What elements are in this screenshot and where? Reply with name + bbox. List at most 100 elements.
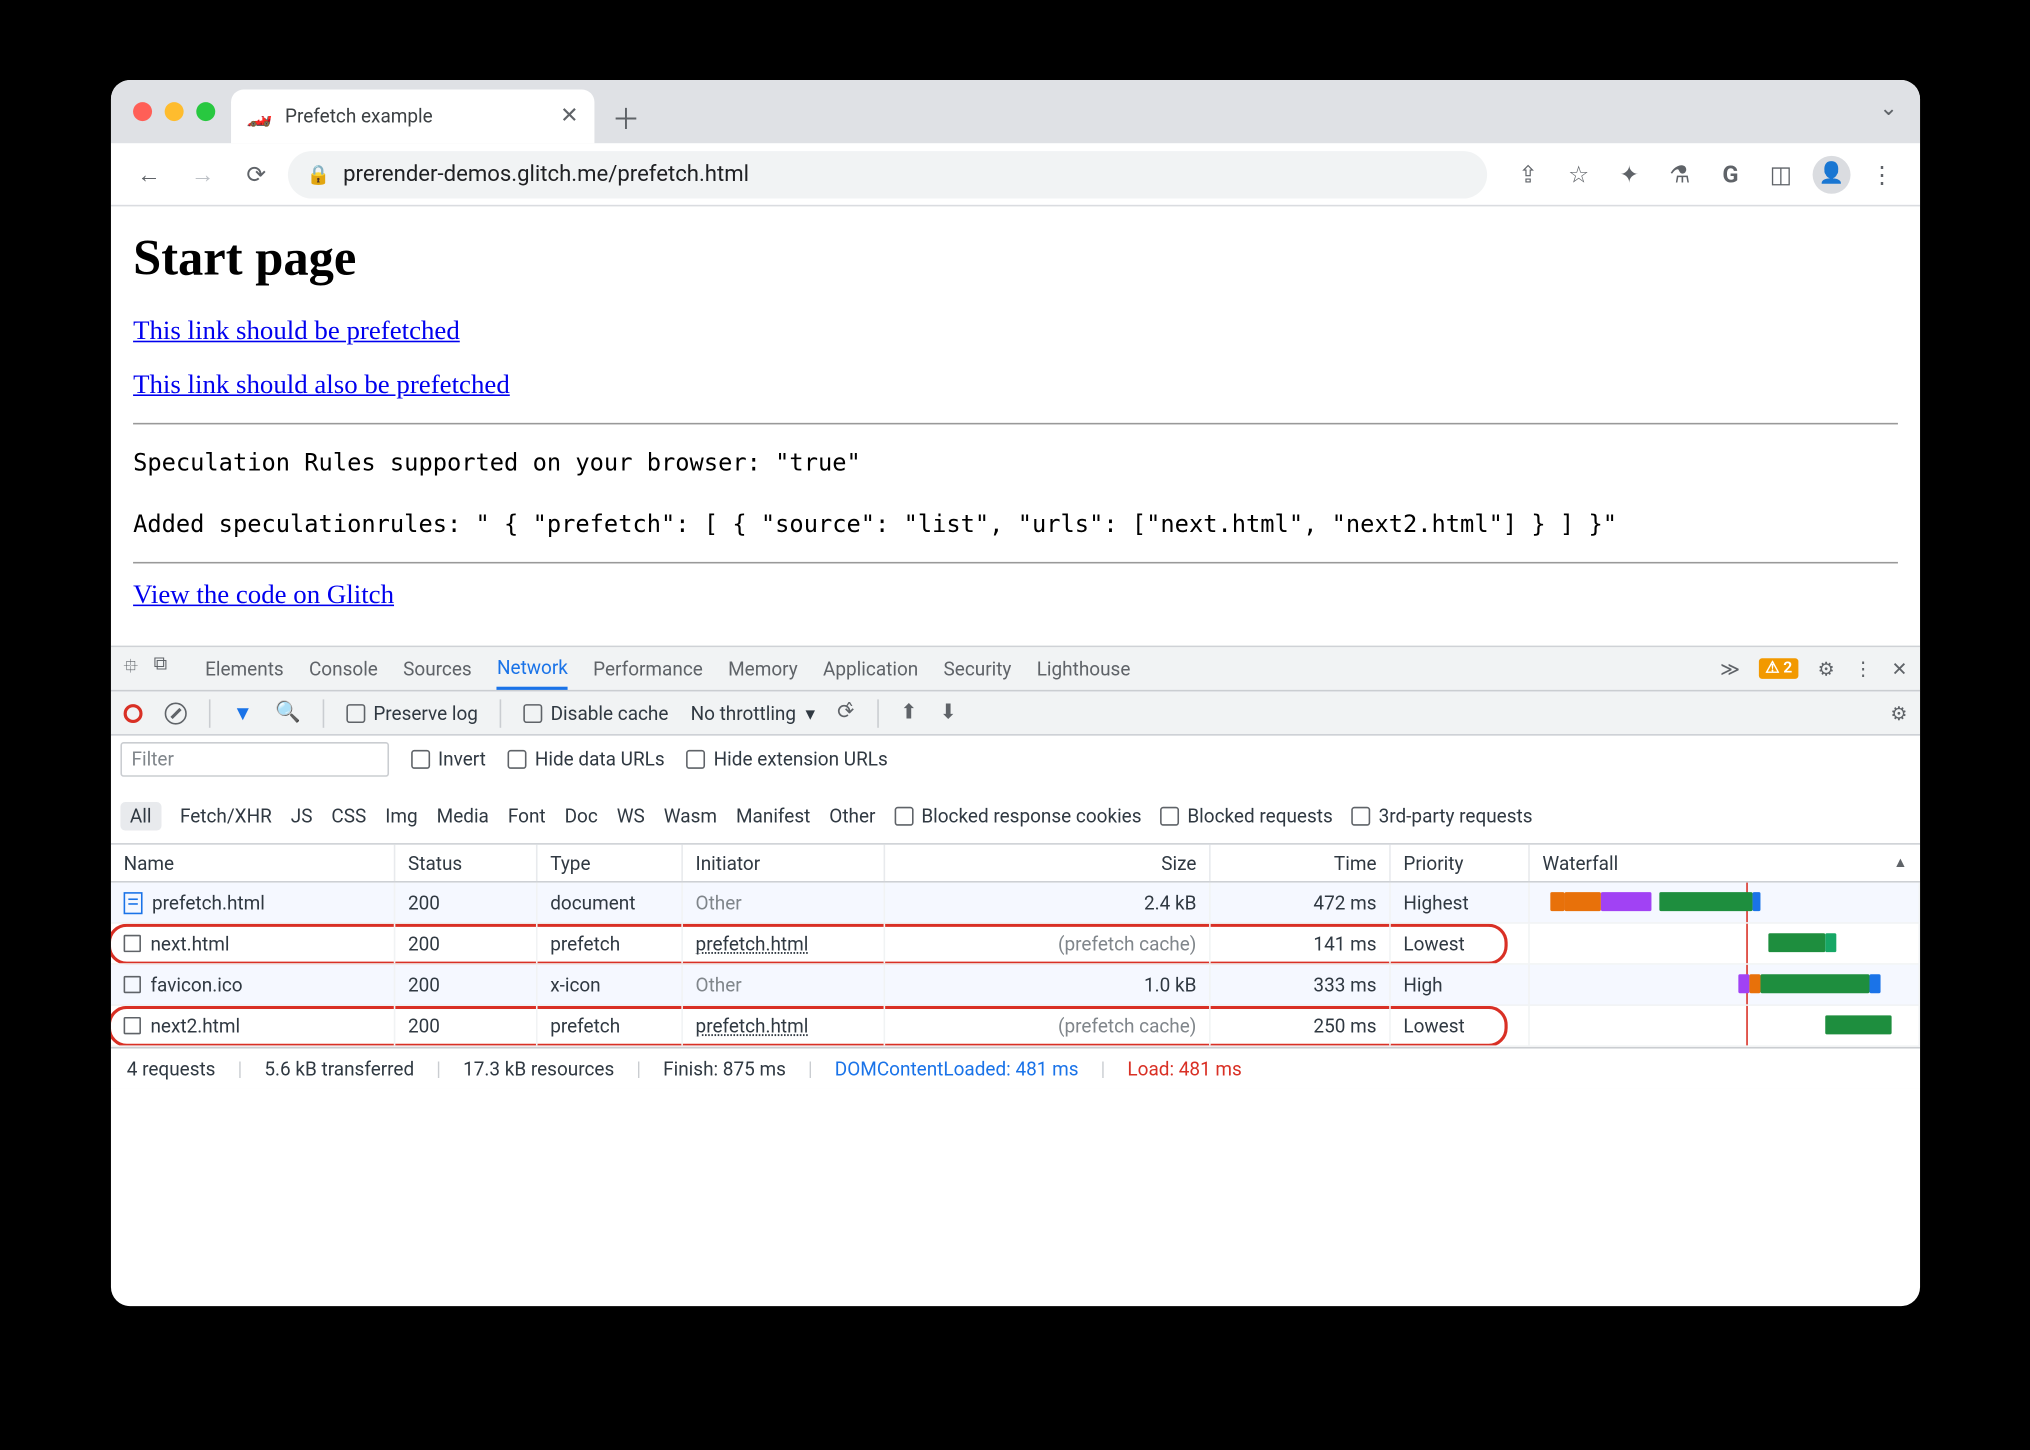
tab-lighthouse[interactable]: Lighthouse (1036, 657, 1130, 679)
filter-doc[interactable]: Doc (564, 805, 597, 827)
table-row[interactable]: next2.html200prefetchprefetch.html(prefe… (110, 1006, 1919, 1047)
filter-img[interactable]: Img (385, 805, 417, 827)
separator (876, 699, 878, 727)
hide-extension-urls-checkbox[interactable]: Hide extension URLs (686, 748, 887, 770)
tab-performance[interactable]: Performance (593, 657, 703, 679)
table-row[interactable]: favicon.ico200x-iconOther1.0 kB333 msHig… (110, 965, 1919, 1006)
sidepanel-icon[interactable]: ◫ (1758, 152, 1802, 196)
summary-resources: 17.3 kB resources (463, 1057, 614, 1079)
filter-media[interactable]: Media (436, 805, 488, 827)
invert-checkbox[interactable]: Invert (411, 748, 486, 770)
prefetch-link-2[interactable]: This link should also be prefetched (133, 369, 1898, 401)
blocked-requests-checkbox[interactable]: Blocked requests (1160, 805, 1332, 827)
tab-memory[interactable]: Memory (728, 657, 798, 679)
close-window-icon[interactable] (133, 102, 152, 121)
google-icon[interactable]: G (1708, 152, 1752, 196)
col-initiator[interactable]: Initiator (682, 845, 884, 881)
import-icon[interactable]: ⬆ (900, 701, 917, 725)
request-initiator[interactable]: prefetch.html (695, 932, 808, 954)
request-priority: Highest (1390, 883, 1529, 923)
close-devtools-icon[interactable]: ✕ (1891, 657, 1907, 679)
throttling-select[interactable]: No throttling▾ (690, 702, 814, 724)
waterfall-bar (1738, 974, 1749, 993)
new-tab-button[interactable]: ＋ (603, 96, 647, 140)
tab-security[interactable]: Security (943, 657, 1011, 679)
labs-icon[interactable]: ⚗ (1657, 152, 1701, 196)
glitch-link[interactable]: View the code on Glitch (133, 579, 1898, 611)
filter-js[interactable]: JS (290, 805, 312, 827)
warning-badge[interactable]: ⚠ 2 (1758, 658, 1798, 679)
reload-button[interactable]: ⟳ (234, 152, 278, 196)
disable-cache-checkbox[interactable]: Disable cache (523, 702, 668, 724)
devtools-tabs: ⯐ ⧉ Elements Console Sources Network Per… (110, 647, 1919, 691)
preserve-log-checkbox[interactable]: Preserve log (346, 702, 477, 724)
request-type: document (537, 883, 682, 923)
tab-console[interactable]: Console (308, 657, 377, 679)
col-priority[interactable]: Priority (1390, 845, 1529, 881)
url-text: prerender-demos.glitch.me/prefetch.html (343, 161, 749, 186)
speculation-supported: Speculation Rules supported on your brow… (133, 440, 1898, 485)
blocked-cookies-checkbox[interactable]: Blocked response cookies (894, 805, 1141, 827)
load-marker (1745, 924, 1747, 964)
kebab-icon[interactable]: ⋮ (1853, 657, 1872, 679)
tab-network[interactable]: Network (496, 657, 567, 690)
prefetch-link-1[interactable]: This link should be prefetched (133, 315, 1898, 347)
request-initiator[interactable]: prefetch.html (695, 1015, 808, 1037)
col-time[interactable]: Time (1210, 845, 1390, 881)
network-settings-icon[interactable]: ⚙ (1890, 702, 1907, 724)
tab-application[interactable]: Application (823, 657, 918, 679)
col-name[interactable]: Name (110, 845, 394, 881)
back-button[interactable]: ← (126, 152, 170, 196)
zoom-window-icon[interactable] (196, 102, 215, 121)
col-type[interactable]: Type (537, 845, 682, 881)
share-icon[interactable]: ⇪ (1506, 152, 1550, 196)
record-button[interactable] (123, 703, 142, 722)
col-size[interactable]: Size (885, 845, 1210, 881)
filter-font[interactable]: Font (507, 805, 545, 827)
forward-button[interactable]: → (180, 152, 224, 196)
menu-icon[interactable]: ⋮ (1860, 152, 1904, 196)
request-type: prefetch (537, 924, 682, 964)
col-waterfall[interactable]: Waterfall▲ (1529, 845, 1919, 881)
extensions-icon[interactable]: ✦ (1607, 152, 1651, 196)
request-time: 472 ms (1210, 883, 1390, 923)
filter-css[interactable]: CSS (331, 805, 366, 827)
search-icon[interactable]: 🔍 (275, 701, 301, 725)
more-tabs-icon[interactable]: ≫ (1720, 657, 1740, 679)
settings-icon[interactable]: ⚙ (1817, 657, 1834, 679)
address-bar[interactable]: 🔒 prerender-demos.glitch.me/prefetch.htm… (287, 150, 1486, 197)
request-size: (prefetch cache) (885, 924, 1210, 964)
table-row[interactable]: next.html200prefetchprefetch.html(prefet… (110, 924, 1919, 965)
request-name: next.html (150, 932, 229, 954)
tabs-menu-icon[interactable]: ⌄ (1879, 96, 1898, 121)
hide-data-urls-checkbox[interactable]: Hide data URLs (507, 748, 664, 770)
filter-fetch[interactable]: Fetch/XHR (179, 805, 271, 827)
profile-button[interactable]: 👤 (1809, 152, 1853, 196)
network-filter: Filter Invert Hide data URLs Hide extens… (110, 736, 1919, 845)
filter-other[interactable]: Other (829, 805, 875, 827)
filter-wasm[interactable]: Wasm (663, 805, 716, 827)
request-priority: Lowest (1390, 924, 1529, 964)
filter-ws[interactable]: WS (616, 805, 644, 827)
col-status[interactable]: Status (395, 845, 537, 881)
browser-tab[interactable]: 🏎️ Prefetch example ✕ (231, 89, 594, 143)
filter-input[interactable]: Filter (120, 742, 389, 777)
close-tab-icon[interactable]: ✕ (560, 104, 579, 129)
request-size: 1.0 kB (885, 965, 1210, 1005)
inspect-icon[interactable]: ⯐ (123, 652, 137, 685)
bookmark-icon[interactable]: ☆ (1556, 152, 1600, 196)
filter-manifest[interactable]: Manifest (735, 805, 809, 827)
clear-button[interactable] (164, 702, 186, 724)
table-row[interactable]: prefetch.html200documentOther2.4 kB472 m… (110, 883, 1919, 924)
file-icon (123, 1017, 140, 1034)
network-conditions-icon[interactable]: ⟳̂ (837, 701, 854, 725)
export-icon[interactable]: ⬇ (939, 701, 956, 725)
tab-sources[interactable]: Sources (403, 657, 472, 679)
tab-elements[interactable]: Elements (205, 657, 284, 679)
filter-icon[interactable]: ▼ (232, 700, 252, 725)
third-party-checkbox[interactable]: 3rd-party requests (1351, 805, 1532, 827)
device-icon[interactable]: ⧉ (153, 652, 167, 685)
filter-all[interactable]: All (120, 802, 161, 830)
summary-finish: Finish: 875 ms (663, 1057, 786, 1079)
minimize-window-icon[interactable] (164, 102, 183, 121)
